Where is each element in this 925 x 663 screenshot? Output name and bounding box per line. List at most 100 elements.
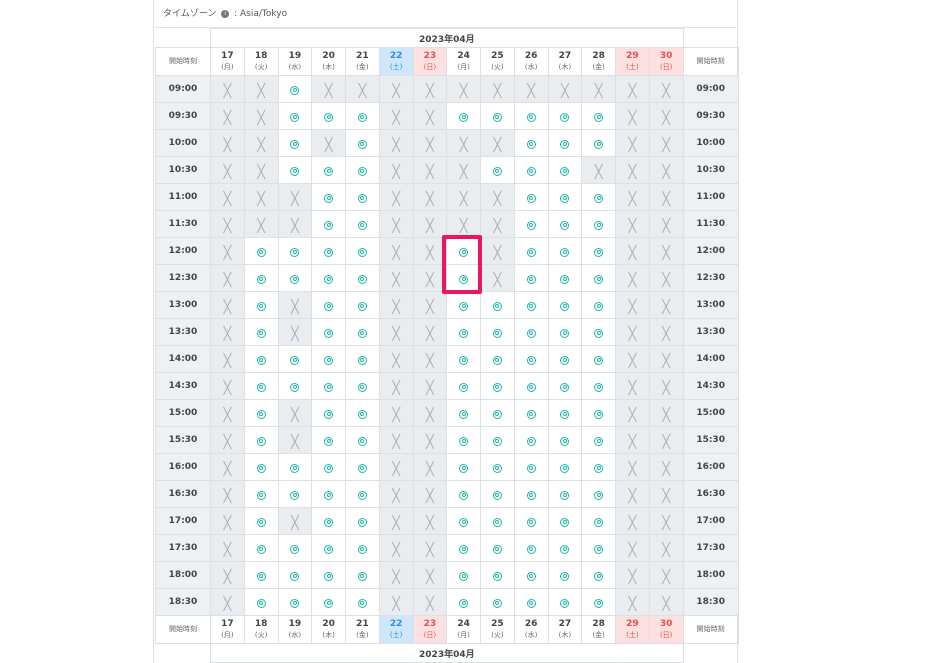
available-slot[interactable] bbox=[345, 534, 380, 562]
available-slot[interactable] bbox=[277, 237, 313, 265]
available-slot[interactable] bbox=[446, 372, 481, 400]
available-slot[interactable] bbox=[345, 237, 380, 265]
available-slot[interactable] bbox=[480, 507, 515, 535]
available-slot[interactable] bbox=[311, 561, 346, 589]
available-slot[interactable] bbox=[581, 399, 616, 427]
available-slot[interactable] bbox=[311, 480, 346, 508]
available-slot[interactable] bbox=[547, 264, 583, 292]
available-slot[interactable] bbox=[581, 210, 616, 238]
available-slot[interactable] bbox=[345, 129, 380, 157]
available-slot[interactable] bbox=[345, 102, 380, 130]
available-slot[interactable] bbox=[480, 156, 515, 184]
available-slot[interactable] bbox=[581, 345, 616, 373]
available-slot[interactable] bbox=[243, 426, 279, 454]
available-slot[interactable] bbox=[243, 345, 279, 373]
available-slot[interactable] bbox=[345, 183, 380, 211]
available-slot[interactable] bbox=[547, 480, 583, 508]
available-slot[interactable] bbox=[277, 453, 313, 481]
available-slot[interactable] bbox=[243, 588, 279, 616]
available-slot[interactable] bbox=[311, 345, 346, 373]
available-slot[interactable] bbox=[277, 534, 313, 562]
available-slot[interactable] bbox=[277, 102, 313, 130]
available-slot[interactable] bbox=[581, 588, 616, 616]
available-slot[interactable] bbox=[243, 264, 279, 292]
available-slot[interactable] bbox=[243, 453, 279, 481]
available-slot[interactable] bbox=[513, 345, 549, 373]
available-slot[interactable] bbox=[345, 372, 380, 400]
available-slot[interactable] bbox=[513, 264, 549, 292]
available-slot[interactable] bbox=[311, 210, 346, 238]
available-slot[interactable] bbox=[243, 291, 279, 319]
available-slot[interactable] bbox=[513, 291, 549, 319]
available-slot[interactable] bbox=[277, 588, 313, 616]
available-slot[interactable] bbox=[345, 399, 380, 427]
available-slot[interactable] bbox=[446, 426, 481, 454]
available-slot[interactable] bbox=[277, 264, 313, 292]
available-slot[interactable] bbox=[446, 291, 481, 319]
available-slot[interactable] bbox=[480, 453, 515, 481]
available-slot[interactable] bbox=[547, 453, 583, 481]
available-slot[interactable] bbox=[277, 129, 313, 157]
available-slot[interactable] bbox=[446, 318, 481, 346]
available-slot[interactable] bbox=[480, 345, 515, 373]
available-slot[interactable] bbox=[311, 399, 346, 427]
available-slot[interactable] bbox=[513, 318, 549, 346]
available-slot[interactable] bbox=[513, 102, 549, 130]
available-slot[interactable] bbox=[311, 264, 346, 292]
available-slot[interactable] bbox=[345, 210, 380, 238]
available-slot[interactable] bbox=[547, 318, 583, 346]
available-slot[interactable] bbox=[446, 507, 481, 535]
available-slot[interactable] bbox=[345, 453, 380, 481]
available-slot[interactable] bbox=[547, 426, 583, 454]
available-slot[interactable] bbox=[480, 534, 515, 562]
available-slot[interactable] bbox=[547, 102, 583, 130]
available-slot[interactable] bbox=[345, 561, 380, 589]
available-slot[interactable] bbox=[311, 102, 346, 130]
available-slot[interactable] bbox=[446, 534, 481, 562]
available-slot[interactable] bbox=[446, 264, 481, 292]
available-slot[interactable] bbox=[513, 372, 549, 400]
available-slot[interactable] bbox=[581, 291, 616, 319]
info-icon[interactable]: i bbox=[221, 9, 230, 18]
available-slot[interactable] bbox=[547, 399, 583, 427]
available-slot[interactable] bbox=[581, 480, 616, 508]
available-slot[interactable] bbox=[345, 480, 380, 508]
available-slot[interactable] bbox=[480, 561, 515, 589]
available-slot[interactable] bbox=[311, 291, 346, 319]
available-slot[interactable] bbox=[513, 534, 549, 562]
available-slot[interactable] bbox=[311, 534, 346, 562]
available-slot[interactable] bbox=[277, 75, 313, 103]
available-slot[interactable] bbox=[480, 426, 515, 454]
available-slot[interactable] bbox=[311, 426, 346, 454]
available-slot[interactable] bbox=[547, 588, 583, 616]
available-slot[interactable] bbox=[243, 318, 279, 346]
available-slot[interactable] bbox=[513, 129, 549, 157]
available-slot[interactable] bbox=[446, 561, 481, 589]
available-slot[interactable] bbox=[311, 372, 346, 400]
available-slot[interactable] bbox=[513, 588, 549, 616]
available-slot[interactable] bbox=[446, 399, 481, 427]
available-slot[interactable] bbox=[345, 264, 380, 292]
available-slot[interactable] bbox=[345, 318, 380, 346]
available-slot[interactable] bbox=[446, 345, 481, 373]
available-slot[interactable] bbox=[581, 534, 616, 562]
available-slot[interactable] bbox=[547, 534, 583, 562]
available-slot[interactable] bbox=[446, 102, 481, 130]
available-slot[interactable] bbox=[480, 318, 515, 346]
available-slot[interactable] bbox=[547, 210, 583, 238]
available-slot[interactable] bbox=[513, 561, 549, 589]
available-slot[interactable] bbox=[547, 183, 583, 211]
available-slot[interactable] bbox=[277, 372, 313, 400]
available-slot[interactable] bbox=[581, 102, 616, 130]
available-slot[interactable] bbox=[446, 480, 481, 508]
available-slot[interactable] bbox=[243, 480, 279, 508]
available-slot[interactable] bbox=[581, 264, 616, 292]
available-slot[interactable] bbox=[345, 507, 380, 535]
available-slot[interactable] bbox=[581, 318, 616, 346]
available-slot[interactable] bbox=[480, 372, 515, 400]
available-slot[interactable] bbox=[480, 480, 515, 508]
available-slot[interactable] bbox=[243, 561, 279, 589]
available-slot[interactable] bbox=[243, 237, 279, 265]
available-slot[interactable] bbox=[446, 453, 481, 481]
available-slot[interactable] bbox=[547, 237, 583, 265]
